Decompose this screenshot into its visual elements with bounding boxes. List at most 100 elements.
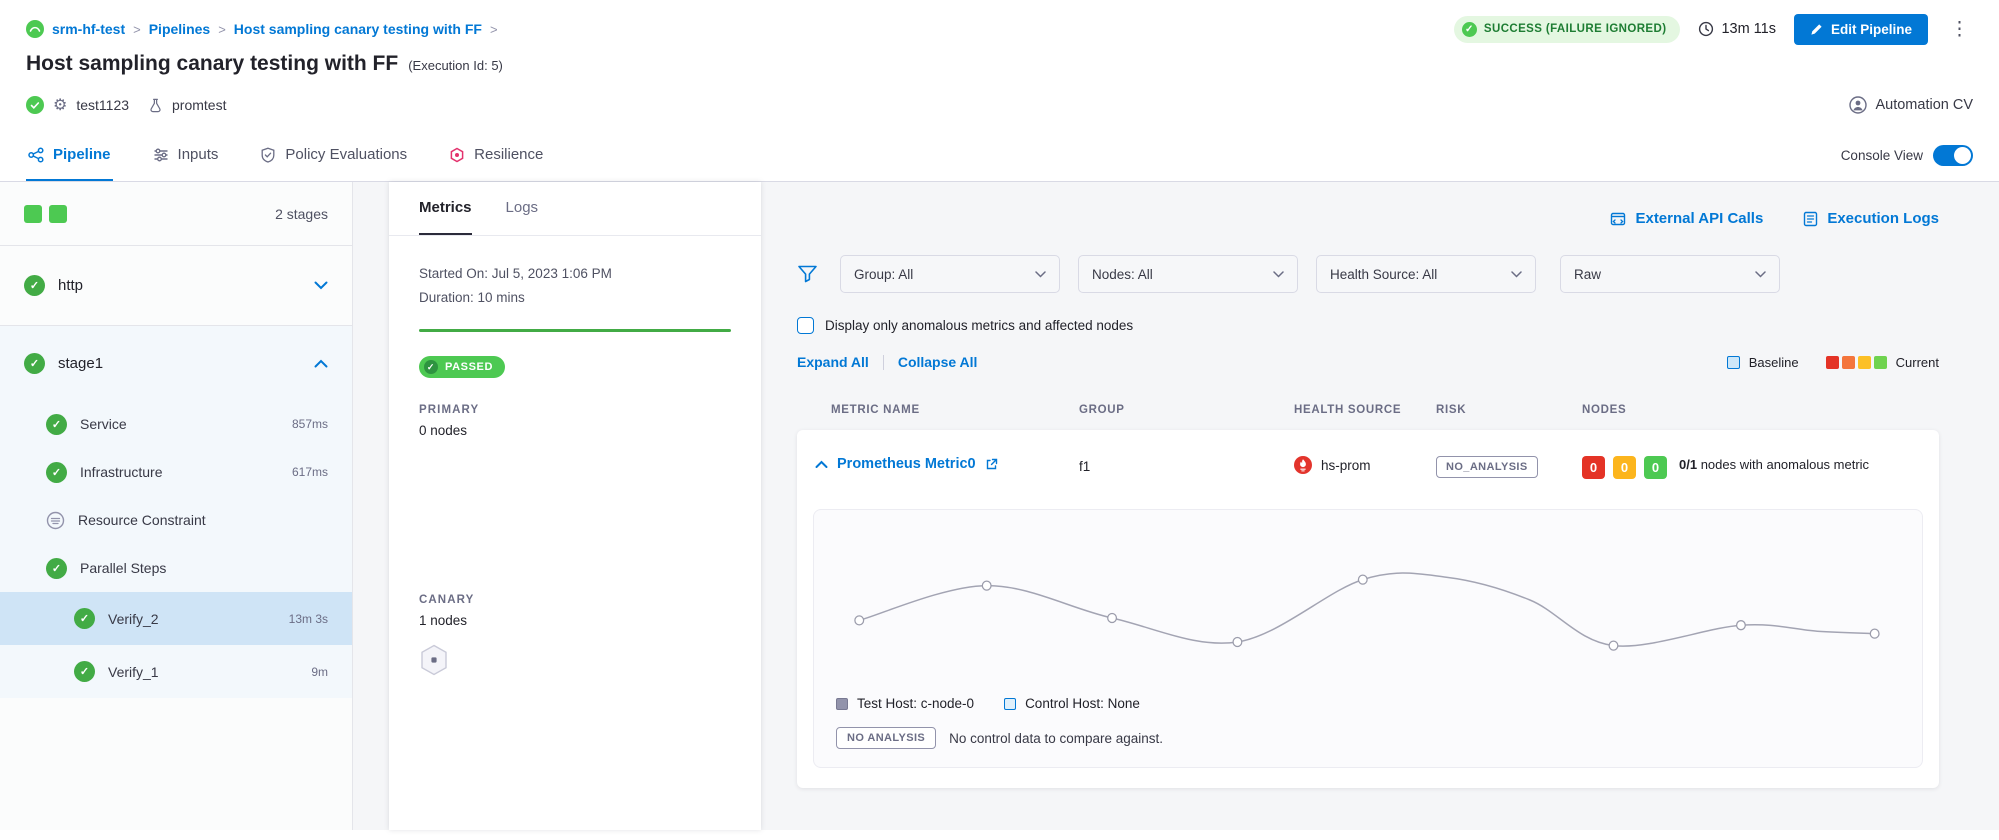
sidebar-stage-http[interactable]: ✓ http — [0, 246, 352, 326]
nodes-summary: 0/1 nodes with anomalous metric — [1679, 456, 1869, 474]
success-check-icon: ✓ — [46, 414, 67, 435]
chevron-down-icon[interactable] — [314, 281, 328, 290]
metric-line-chart[interactable] — [836, 534, 1900, 684]
artifact-name: promtest — [172, 97, 226, 113]
more-options-icon[interactable]: ⋮ — [1946, 20, 1973, 39]
collapse-row-chevron-up-icon[interactable] — [815, 460, 828, 469]
tab-policy-evaluations[interactable]: Policy Evaluations — [258, 130, 409, 181]
chevron-down-icon — [1755, 271, 1766, 278]
control-host-legend-icon — [1004, 698, 1016, 710]
success-check-icon: ✓ — [24, 353, 45, 374]
canary-node-count: 1 nodes — [419, 613, 731, 628]
chart-legend: Baseline Current — [1727, 355, 1939, 370]
chevron-down-icon — [1273, 271, 1284, 278]
console-view-label: Console View — [1841, 148, 1923, 163]
breadcrumb-pipelines[interactable]: Pipelines — [149, 21, 210, 37]
stage-square-icon[interactable] — [24, 205, 42, 223]
pipeline-icon — [28, 147, 44, 163]
step-resource-constraint[interactable]: Resource Constraint — [0, 496, 352, 544]
success-check-icon: ✓ — [74, 661, 95, 682]
external-api-calls-link[interactable]: External API Calls — [1610, 210, 1763, 227]
app-root: srm-hf-test > Pipelines > Host sampling … — [0, 0, 1999, 830]
check-icon: ✓ — [1462, 22, 1477, 37]
control-host-legend: Control Host: None — [1004, 696, 1140, 711]
chevron-down-icon — [1035, 271, 1046, 278]
data-mode-select[interactable]: Raw — [1560, 255, 1780, 293]
expand-all-link[interactable]: Expand All — [797, 354, 869, 370]
step-verify-1[interactable]: ✓ Verify_1 9m — [0, 645, 352, 698]
sliders-icon — [153, 147, 169, 163]
group-filter-select[interactable]: Group: All — [840, 255, 1060, 293]
breadcrumb-project[interactable]: srm-hf-test — [52, 21, 125, 37]
execution-duration: 13m 11s — [1698, 21, 1776, 37]
service-name: test1123 — [76, 97, 129, 113]
logs-document-icon — [1803, 211, 1818, 227]
tab-logs[interactable]: Logs — [506, 182, 539, 235]
sidebar-stage-stage1[interactable]: ✓ stage1 — [0, 326, 352, 400]
collapse-all-link[interactable]: Collapse All — [898, 354, 978, 370]
resilience-icon — [449, 147, 465, 163]
execution-id: (Execution Id: 5) — [408, 58, 503, 73]
health-source-cell: hs-prom — [1294, 456, 1436, 474]
red-node-count: 0 — [1582, 456, 1605, 479]
clock-icon — [1698, 21, 1714, 37]
toggle-knob — [1954, 147, 1971, 164]
breadcrumb-current[interactable]: Host sampling canary testing with FF — [234, 21, 482, 37]
execution-tabbar: Pipeline Inputs Policy Evaluations Resil… — [0, 130, 1999, 182]
passed-badge: ✓ PASSED — [419, 356, 505, 378]
metric-name-link[interactable]: Prometheus Metric0 — [837, 456, 976, 472]
execution-logs-link[interactable]: Execution Logs — [1803, 210, 1939, 227]
breadcrumb-separator: > — [133, 22, 141, 37]
no-analysis-badge: NO ANALYSIS — [836, 727, 936, 749]
gear-icon: ⚙ — [53, 95, 67, 115]
metric-chart-panel: Test Host: c-node-0 Control Host: None N… — [813, 509, 1923, 768]
breadcrumb-separator: > — [218, 22, 226, 37]
tab-inputs[interactable]: Inputs — [151, 130, 221, 181]
step-verify-2[interactable]: ✓ Verify_2 13m 3s — [0, 592, 352, 645]
step-service[interactable]: ✓ Service 857ms — [0, 400, 352, 448]
pipelines-icon — [26, 20, 44, 38]
chevron-down-icon — [1511, 271, 1522, 278]
risk-colors-legend-icon — [1826, 356, 1887, 369]
tab-pipeline[interactable]: Pipeline — [26, 130, 113, 181]
triggered-by-user: Automation CV — [1875, 97, 1973, 113]
tab-resilience[interactable]: Resilience — [447, 130, 545, 181]
divider — [883, 355, 884, 370]
metric-group: f1 — [1079, 456, 1294, 474]
check-icon: ✓ — [424, 360, 438, 374]
page-title: Host sampling canary testing with FF — [26, 52, 398, 76]
green-node-count: 0 — [1644, 456, 1667, 479]
edit-pipeline-button[interactable]: Edit Pipeline — [1794, 14, 1928, 45]
primary-label: PRIMARY — [419, 404, 731, 416]
step-parallel-steps[interactable]: ✓ Parallel Steps — [0, 544, 352, 592]
risk-badge: NO_ANALYSIS — [1436, 456, 1538, 478]
stage-summary: 2 stages — [0, 182, 352, 246]
health-source-filter-select[interactable]: Health Source: All — [1316, 255, 1536, 293]
external-link-icon[interactable] — [985, 458, 998, 471]
success-check-icon: ✓ — [24, 275, 45, 296]
nodes-filter-select[interactable]: Nodes: All — [1078, 255, 1298, 293]
metric-row: Prometheus Metric0 f1 hs-prom NO_ANALYSI — [797, 430, 1939, 503]
tab-metrics[interactable]: Metrics — [419, 182, 472, 235]
nodes-cell: 0 0 0 0/1 nodes with anomalous metric — [1582, 456, 1923, 479]
canary-node-hexagon-icon[interactable] — [419, 644, 731, 676]
canary-label: CANARY — [419, 594, 731, 606]
stage-square-icon[interactable] — [49, 205, 67, 223]
page-header: srm-hf-test > Pipelines > Host sampling … — [0, 0, 1999, 130]
chevron-up-icon[interactable] — [314, 359, 328, 368]
api-calls-icon — [1610, 211, 1626, 227]
console-view-toggle[interactable] — [1933, 145, 1973, 166]
stage1-block: ✓ stage1 ✓ Service 857ms ✓ Infrastructur… — [0, 326, 352, 698]
metric-row-card: Prometheus Metric0 f1 hs-prom NO_ANALYSI — [797, 430, 1939, 788]
started-on: Started On: Jul 5, 2023 1:06 PM — [419, 262, 731, 286]
resource-constraint-icon — [46, 511, 65, 530]
step-duration: Duration: 10 mins — [419, 286, 731, 310]
anomalous-only-checkbox[interactable] — [797, 317, 814, 334]
deploy-status-icon — [26, 96, 44, 114]
step-infrastructure[interactable]: ✓ Infrastructure 617ms — [0, 448, 352, 496]
filter-icon[interactable] — [797, 264, 818, 284]
success-check-icon: ✓ — [46, 558, 67, 579]
success-check-icon: ✓ — [74, 608, 95, 629]
test-host-legend-icon — [836, 698, 848, 710]
shield-check-icon — [260, 147, 276, 163]
